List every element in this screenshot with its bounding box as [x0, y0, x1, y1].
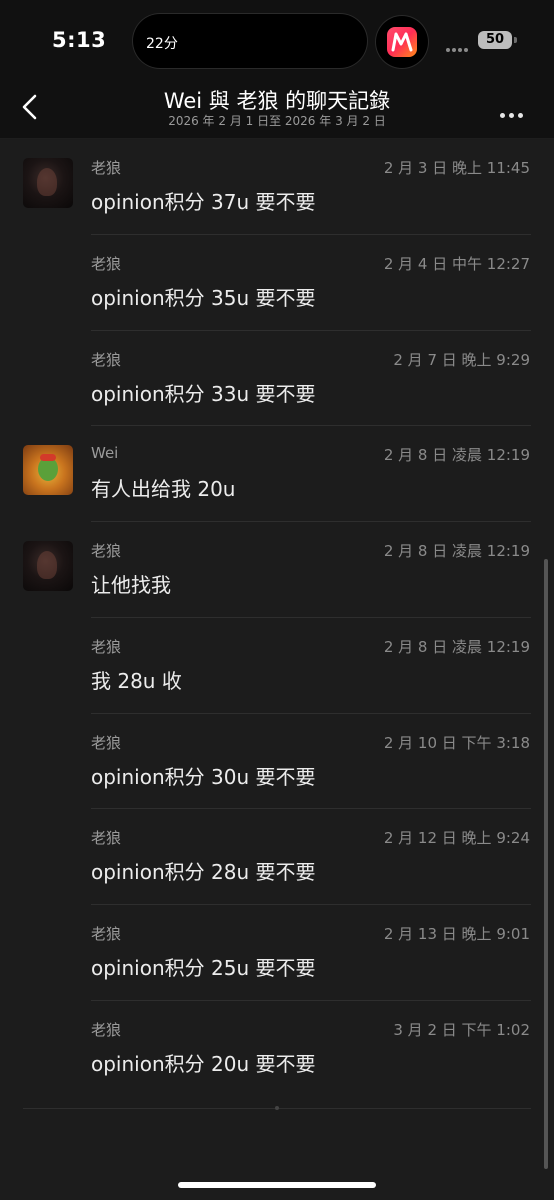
- home-indicator[interactable]: [178, 1182, 376, 1188]
- island-app-icon[interactable]: [376, 16, 428, 68]
- status-time: 5:13: [52, 28, 107, 52]
- message-sender: 老狼: [91, 254, 122, 273]
- message-text: opinion积分 30u 要不要: [91, 764, 316, 789]
- message-text: opinion积分 33u 要不要: [91, 381, 316, 406]
- message-sender: 老狼: [91, 1020, 122, 1039]
- message-time: 2 月 8 日 凌晨 12:19: [383, 446, 530, 465]
- message-text: opinion积分 37u 要不要: [91, 190, 316, 214]
- nav-bar: Wei 與 老狼 的聊天記錄 2026 年 2 月 1 日至 2026 年 3 …: [0, 70, 554, 139]
- battery-icon: 50: [478, 31, 512, 49]
- avatar[interactable]: [23, 445, 73, 496]
- message-item[interactable]: 老狼 2 月 8 日 凌晨 12:19 我 28u 收: [0, 618, 554, 714]
- message-time: 3 月 2 日 下午 1:02: [393, 1020, 530, 1039]
- dynamic-island[interactable]: 22分: [133, 14, 367, 68]
- message-item[interactable]: 老狼 2 月 10 日 下午 3:18 opinion积分 30u 要不要: [0, 714, 554, 810]
- message-sender: 老狼: [91, 829, 122, 848]
- scrollbar[interactable]: [544, 559, 548, 1169]
- message-text: opinion积分 25u 要不要: [91, 956, 316, 980]
- message-item[interactable]: 老狼 2 月 3 日 晚上 11:45 opinion积分 37u 要不要: [0, 139, 554, 235]
- message-text: opinion积分 20u 要不要: [91, 1051, 316, 1076]
- message-text: opinion积分 28u 要不要: [91, 860, 316, 885]
- message-sender: 老狼: [91, 542, 122, 560]
- message-item[interactable]: 老狼 2 月 13 日 晚上 9:01 opinion积分 25u 要不要: [0, 905, 554, 1001]
- message-sender: 老狼: [91, 637, 122, 656]
- message-time: 2 月 8 日 凌晨 12:19: [383, 637, 530, 656]
- message-item[interactable]: 老狼 2 月 7 日 晚上 9:29 opinion积分 33u 要不要: [0, 331, 554, 427]
- message-item[interactable]: 老狼 2 月 8 日 凌晨 12:19 让他找我: [0, 522, 554, 618]
- battery-tip: [514, 37, 517, 43]
- message-time: 2 月 12 日 晚上 9:24: [383, 829, 530, 848]
- message-text: 让他找我: [91, 573, 171, 597]
- message-item[interactable]: 老狼 3 月 2 日 下午 1:02 opinion积分 20u 要不要: [0, 1001, 554, 1097]
- end-marker: [275, 1106, 279, 1110]
- message-text: opinion积分 35u 要不要: [91, 285, 316, 310]
- message-sender: 老狼: [91, 350, 122, 369]
- avatar[interactable]: [23, 158, 73, 208]
- message-sender: 老狼: [91, 733, 122, 752]
- video-app-icon: [387, 27, 417, 57]
- message-time: 2 月 4 日 中午 12:27: [383, 254, 530, 273]
- message-text: 我 28u 收: [91, 668, 182, 693]
- more-options-icon[interactable]: [500, 103, 528, 118]
- message-item[interactable]: Wei 2 月 8 日 凌晨 12:19 有人出给我 20u: [0, 426, 554, 522]
- page-title: Wei 與 老狼 的聊天記錄: [163, 89, 391, 113]
- message-sender: Wei: [91, 444, 119, 463]
- message-list: 老狼 2 月 3 日 晚上 11:45 opinion积分 37u 要不要 老狼…: [0, 139, 554, 1097]
- message-time: 2 月 8 日 凌晨 12:19: [383, 542, 530, 560]
- status-bar: 5:13 22分 50: [0, 0, 554, 70]
- message-time: 2 月 13 日 晚上 9:01: [383, 925, 530, 943]
- message-time: 2 月 10 日 下午 3:18: [383, 733, 530, 752]
- date-range-subtitle: 2026 年 2 月 1 日至 2026 年 3 月 2 日: [168, 114, 386, 128]
- message-sender: 老狼: [91, 159, 122, 177]
- avatar[interactable]: [23, 541, 73, 591]
- island-timer-text: 22分: [146, 36, 178, 52]
- message-sender: 老狼: [91, 925, 122, 943]
- battery-level: 50: [485, 32, 505, 47]
- message-item[interactable]: 老狼 2 月 4 日 中午 12:27 opinion积分 35u 要不要: [0, 235, 554, 331]
- chat-history[interactable]: 老狼 2 月 3 日 晚上 11:45 opinion积分 37u 要不要 老狼…: [0, 139, 554, 1200]
- signal-icon: [446, 37, 472, 52]
- message-item[interactable]: 老狼 2 月 12 日 晚上 9:24 opinion积分 28u 要不要: [0, 809, 554, 905]
- message-time: 2 月 3 日 晚上 11:45: [383, 159, 530, 177]
- message-text: 有人出给我 20u: [91, 477, 236, 502]
- message-time: 2 月 7 日 晚上 9:29: [393, 350, 530, 369]
